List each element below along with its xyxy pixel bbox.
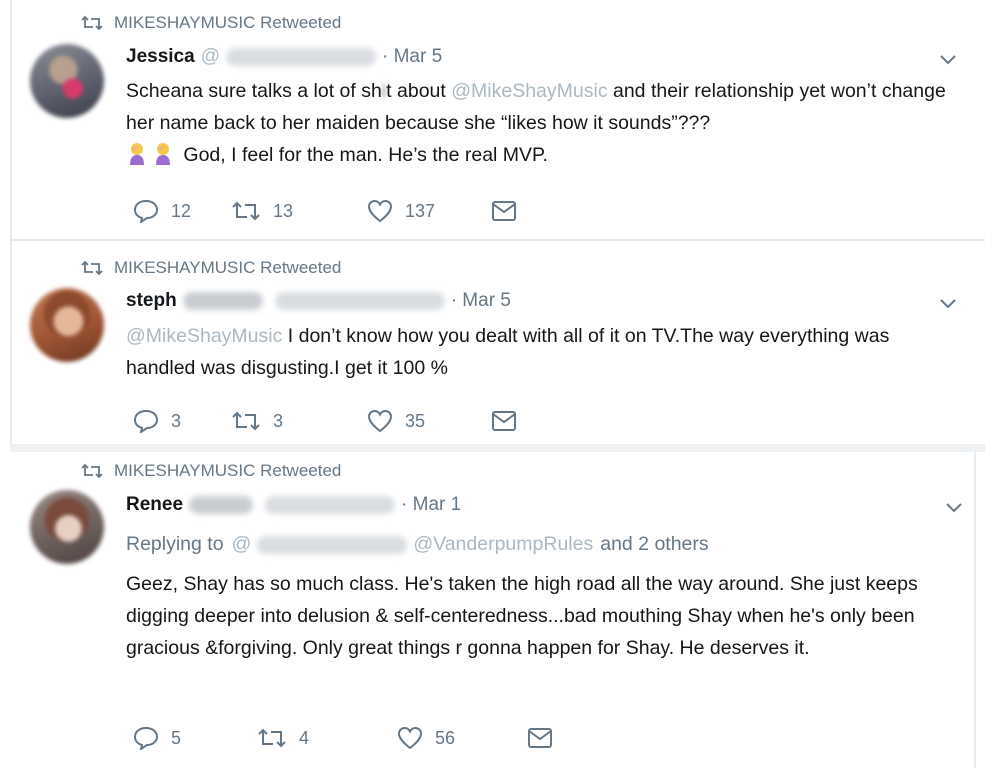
like-count: 56 xyxy=(435,727,456,748)
reply-button[interactable]: 5 xyxy=(133,726,257,750)
heart-icon xyxy=(367,409,393,433)
avatar[interactable] xyxy=(30,490,104,564)
like-count: 35 xyxy=(405,410,426,431)
retweet-icon xyxy=(232,411,260,431)
author-name[interactable]: Renee xyxy=(126,494,183,516)
tweet-divider xyxy=(10,239,985,241)
tweet-actions: 3 3 35 xyxy=(133,409,517,433)
tweet-actions: 5 4 56 xyxy=(133,726,553,750)
reply-others-link[interactable]: and 2 others xyxy=(600,533,708,556)
chevron-down-icon[interactable] xyxy=(939,298,957,310)
retweet-button[interactable]: 4 xyxy=(257,727,397,749)
censored-char: i xyxy=(381,80,387,102)
like-button[interactable]: 35 xyxy=(367,409,491,433)
envelope-icon xyxy=(492,411,516,431)
retweet-button[interactable]: 13 xyxy=(231,200,367,222)
like-count: 137 xyxy=(405,200,436,221)
reply-mention-link[interactable]: @VanderpumpRules xyxy=(413,533,593,556)
redacted-handle xyxy=(225,48,376,66)
tweet-date[interactable]: · Mar 5 xyxy=(382,46,442,68)
direct-message-button[interactable] xyxy=(527,727,553,749)
tweet-actions: 12 13 137 xyxy=(133,199,517,223)
retweet-icon xyxy=(258,728,286,748)
redacted-handle xyxy=(274,292,445,310)
retweet-count: 4 xyxy=(299,727,310,748)
reply-icon xyxy=(133,409,159,433)
retweet-icon xyxy=(81,15,103,31)
retweet-count: 3 xyxy=(273,410,284,431)
woman-facepalming-icon xyxy=(130,143,144,165)
retweet-context-label: MIKESHAYMUSIC Retweeted xyxy=(114,13,342,32)
author-name[interactable]: Jessica xyxy=(126,46,195,68)
retweet-context: MIKESHAYMUSIC Retweeted xyxy=(80,13,341,33)
replying-to: Replying to @ @VanderpumpRules and 2 oth… xyxy=(126,533,709,556)
tweet-text: Geez, Shay has so much class. He's taken… xyxy=(126,573,924,659)
tweet-header: Jessica @ · Mar 5 xyxy=(126,46,442,68)
author-handle[interactable]: @ xyxy=(201,46,220,68)
tweet-text-line3: God, I feel for the man. He’s the real M… xyxy=(126,139,956,171)
retweet-icon xyxy=(81,463,103,479)
tweet-text: @MikeShayMusic I don’t know how you deal… xyxy=(126,325,895,379)
left-border xyxy=(10,0,12,446)
reply-count: 5 xyxy=(171,727,182,748)
like-button[interactable]: 56 xyxy=(397,726,527,750)
author-name[interactable]: steph xyxy=(126,290,177,312)
reply-count: 12 xyxy=(171,200,192,221)
replying-to-label: Replying to xyxy=(126,533,224,555)
retweet-context-label: MIKESHAYMUSIC Retweeted xyxy=(114,461,342,480)
retweet-context: MIKESHAYMUSIC Retweeted xyxy=(80,258,341,278)
tweet-date[interactable]: · Mar 1 xyxy=(401,494,461,516)
retweet-context-label: MIKESHAYMUSIC Retweeted xyxy=(114,258,342,277)
heart-icon xyxy=(397,726,423,750)
direct-message-button[interactable] xyxy=(491,410,517,432)
retweet-context: MIKESHAYMUSIC Retweeted xyxy=(80,461,341,481)
retweet-count: 13 xyxy=(273,200,294,221)
tweet-header: steph · Mar 5 xyxy=(126,290,511,312)
woman-facepalming-icon xyxy=(156,143,170,165)
tweet-header: Renee · Mar 1 xyxy=(126,494,461,516)
chevron-down-icon[interactable] xyxy=(945,502,963,514)
reply-count: 3 xyxy=(171,410,182,431)
mention-link[interactable]: @MikeShayMusic xyxy=(126,325,282,347)
avatar[interactable] xyxy=(30,288,104,362)
right-border xyxy=(974,452,976,768)
tweet-text: Scheana sure talks a lot of shit about @… xyxy=(126,80,952,134)
redacted-handle xyxy=(257,535,408,554)
avatar[interactable] xyxy=(30,44,104,118)
reply-icon xyxy=(133,199,159,223)
redacted-name xyxy=(182,292,263,310)
direct-message-button[interactable] xyxy=(491,200,517,222)
envelope-icon xyxy=(528,728,552,748)
redacted-handle xyxy=(265,496,396,514)
mention-link[interactable]: @MikeShayMusic xyxy=(451,80,607,102)
chevron-down-icon[interactable] xyxy=(939,54,957,66)
redacted-name xyxy=(189,496,254,514)
reply-handle[interactable]: @ xyxy=(232,533,252,556)
retweet-button[interactable]: 3 xyxy=(231,410,367,432)
tweet-divider xyxy=(10,444,985,452)
heart-icon xyxy=(367,199,393,223)
tweet-date[interactable]: · Mar 5 xyxy=(451,290,511,312)
reply-button[interactable]: 3 xyxy=(133,409,231,433)
like-button[interactable]: 137 xyxy=(367,199,491,223)
retweet-icon xyxy=(232,201,260,221)
reply-icon xyxy=(133,726,159,750)
reply-button[interactable]: 12 xyxy=(133,199,231,223)
retweet-icon xyxy=(81,260,103,276)
envelope-icon xyxy=(492,201,516,221)
